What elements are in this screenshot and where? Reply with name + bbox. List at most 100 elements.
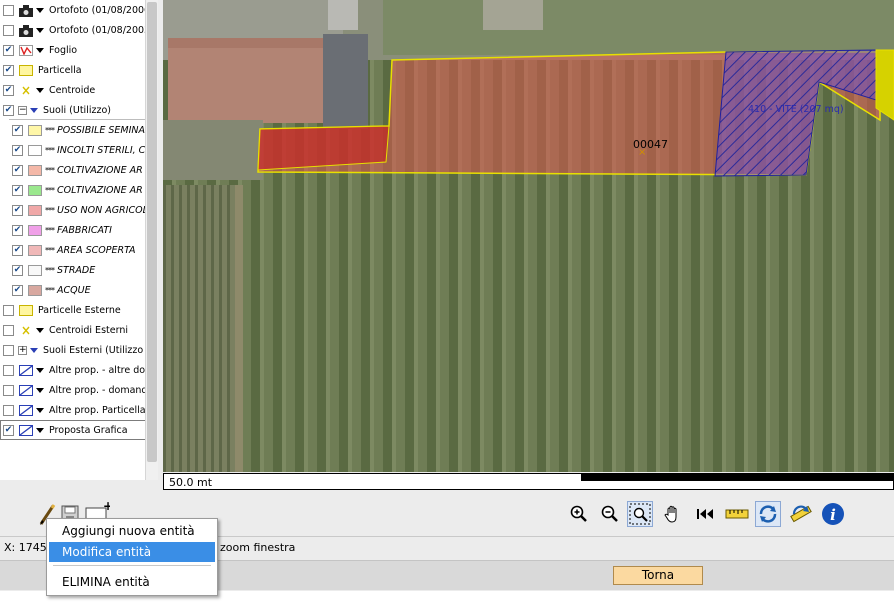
menu-item-add-entity[interactable]: Aggiungi nuova entità [49,521,215,541]
layer-checkbox[interactable] [3,384,14,396]
hatch-symbol-icon [19,384,33,396]
parcel-symbol-icon [19,64,33,76]
legend-swatch-icon [28,204,42,216]
layer-row[interactable]: Ortofoto (01/08/2003 [0,20,148,40]
dropdown-arrow-icon[interactable] [36,27,44,33]
pan-hand-icon[interactable] [660,501,686,527]
layer-label: Altre prop. - domand [49,384,148,396]
layer-label: Suoli Esterni (Utilizzo [43,344,144,356]
layer-checkbox[interactable] [3,24,14,36]
refresh-alt-icon[interactable] [788,501,814,527]
layer-checkbox[interactable]: ✔ [12,204,23,216]
dropdown-arrow-icon[interactable] [36,407,44,413]
coordinates-readout: X: 1745 [4,541,47,554]
layer-row[interactable]: Altre prop. - altre dor [0,360,148,380]
refresh-icon[interactable] [755,501,781,527]
context-menu: Aggiungi nuova entità Modifica entità EL… [46,518,218,596]
layer-row[interactable]: ✔ Centroide [0,80,148,100]
menu-item-delete-entity[interactable]: ELIMINA entità [49,572,215,592]
parcel-symbol-icon [19,304,33,316]
layer-row[interactable]: ✔ *** STRADE [9,260,146,280]
layer-row[interactable]: ✔ *** POSSIBILE SEMINA [9,120,146,140]
layer-row[interactable]: + Suoli Esterni (Utilizzo [0,340,148,360]
layer-row[interactable]: ✔ *** AREA SCOPERTA [9,240,146,260]
dropdown-arrow-icon[interactable] [36,387,44,393]
layer-checkbox[interactable]: ✔ [3,84,14,96]
layer-checkbox[interactable] [3,344,14,356]
stars-marker: *** [45,265,55,275]
hatch-symbol-icon [19,364,33,376]
dropdown-arrow-icon[interactable] [36,7,44,13]
layer-checkbox[interactable]: ✔ [12,124,23,136]
dropdown-arrow-icon[interactable] [36,327,44,333]
layer-row[interactable]: ✔ *** INCOLTI STERILI, C [9,140,146,160]
layer-label: Suoli (Utilizzo) [43,104,111,116]
centroid-x-icon [19,325,33,336]
stars-marker: *** [45,285,55,295]
layer-row[interactable]: ✔ *** COLTIVAZIONE AR [9,180,146,200]
layer-checkbox[interactable] [3,404,14,416]
layer-row[interactable]: ✔ *** COLTIVAZIONE AR [9,160,146,180]
layer-row[interactable]: ✔ Foglio [0,40,148,60]
layer-checkbox[interactable]: ✔ [12,144,23,156]
layer-row[interactable]: Particelle Esterne [0,300,148,320]
layer-row[interactable]: Ortofoto (01/08/2006 [0,0,148,20]
layer-row[interactable]: Altre prop. - domand [0,380,148,400]
layer-checkbox[interactable]: ✔ [12,164,23,176]
stars-marker: *** [45,185,55,195]
layer-row[interactable]: ✔ *** USO NON AGRICOL [9,200,146,220]
layer-label: COLTIVAZIONE AR [57,164,143,176]
scrollbar-thumb[interactable] [147,2,157,462]
layer-label: Ortofoto (01/08/2003 [49,24,148,36]
layer-checkbox[interactable]: ✔ [3,44,14,56]
layer-label: INCOLTI STERILI, C [57,144,146,156]
layer-row[interactable]: ✔ *** FABBRICATI [9,220,146,240]
layer-checkbox[interactable]: ✔ [3,424,14,436]
layer-row[interactable]: Centroidi Esterni [0,320,148,340]
layer-row[interactable]: ✔ Particella [0,60,148,80]
layer-row[interactable]: ✔ Proposta Grafica [0,420,148,440]
layer-list-scrollbar[interactable] [145,0,158,480]
layer-checkbox[interactable]: ✔ [12,184,23,196]
previous-extent-icon[interactable] [692,501,718,527]
dropdown-arrow-icon[interactable] [36,87,44,93]
layer-checkbox[interactable]: ✔ [12,224,23,236]
extra-tool-icon[interactable] [882,501,894,527]
zoom-out-icon[interactable] [597,501,623,527]
zoom-window-icon[interactable] [627,501,653,527]
layer-checkbox[interactable] [3,304,14,316]
menu-item-edit-entity[interactable]: Modifica entità [49,542,215,562]
dropdown-arrow-icon[interactable] [36,47,44,53]
layer-row[interactable]: ✔ *** ACQUE [9,280,146,300]
layer-row[interactable]: ✔ − Suoli (Utilizzo) [0,100,148,120]
zoom-in-icon[interactable] [566,501,592,527]
torna-button[interactable]: Torna [613,566,703,585]
layer-checkbox[interactable]: ✔ [3,104,14,116]
map-view[interactable]: 00047 × 410 - VITE (207 mq) [163,0,894,472]
dropdown-arrow-icon[interactable] [30,107,38,113]
map-canvas[interactable]: 00047 × 410 - VITE (207 mq) [163,0,894,472]
dropdown-arrow-icon[interactable] [36,427,44,433]
layer-checkbox[interactable]: ✔ [3,64,14,76]
map-toolbar: i [566,499,894,529]
layer-checkbox[interactable] [3,364,14,376]
expand-icon[interactable]: + [18,345,27,355]
stars-marker: *** [45,125,55,135]
scale-bar-fill [581,474,893,481]
info-icon[interactable]: i [820,501,846,527]
dropdown-arrow-icon[interactable] [30,347,38,353]
layer-label: AREA SCOPERTA [57,244,136,256]
measure-ruler-icon[interactable] [724,501,750,527]
collapse-icon[interactable]: − [18,105,27,115]
layer-checkbox[interactable]: ✔ [12,264,23,276]
legend-swatch-icon [28,124,42,136]
layer-row[interactable]: Altre prop. Particella [0,400,148,420]
layer-label: POSSIBILE SEMINA [57,124,146,136]
layer-checkbox[interactable] [3,4,14,16]
menu-separator [53,565,211,566]
layer-checkbox[interactable]: ✔ [12,284,23,296]
dropdown-arrow-icon[interactable] [36,367,44,373]
layer-checkbox[interactable]: ✔ [12,244,23,256]
layer-checkbox[interactable] [3,324,14,336]
centroid-x-icon [19,85,33,96]
